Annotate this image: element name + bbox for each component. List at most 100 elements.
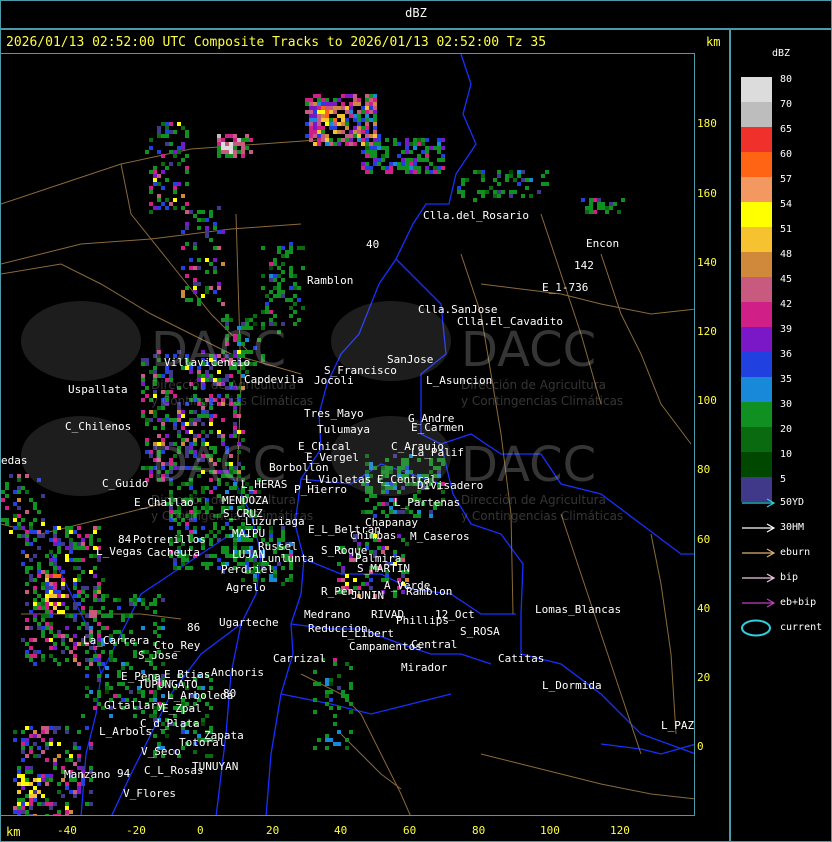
place-label: Anchoris [211,666,264,679]
echo-pixel [25,742,29,746]
place-label: Uspallata [68,383,128,396]
echo-pixel [193,266,197,270]
echo-pixel [601,206,605,210]
echo-pixel [317,126,321,130]
legend-swatch [741,277,772,302]
echo-pixel [317,114,321,118]
echo-pixel [57,574,61,578]
echo-pixel [209,286,213,290]
echo-pixel [53,642,57,646]
echo-pixel [85,658,89,662]
echo-pixel [5,494,9,498]
echo-pixel [329,738,333,742]
echo-pixel [441,154,445,158]
place-label: Lomas_Blancas [535,603,622,616]
echo-pixel [33,794,37,798]
echo-pixel [21,486,25,490]
place-label: L_HERAS [241,478,288,491]
echo-pixel [105,626,109,630]
echo-pixel [365,106,369,110]
echo-pixel [369,154,373,158]
echo-pixel [77,526,81,530]
echo-pixel [45,778,49,782]
echo-pixel [381,158,385,162]
echo-pixel [65,546,69,550]
radar-map[interactable]: DACC Dirección de Agricultura y Contingenc… [0,53,695,816]
echo-pixel [237,430,241,434]
echo-pixel [193,410,197,414]
echo-pixel [45,594,49,598]
echo-pixel [157,626,161,630]
echo-pixel [25,602,29,606]
echo-pixel [53,594,57,598]
echo-pixel [49,806,53,810]
echo-pixel [73,530,77,534]
echo-pixel [249,150,253,154]
echo-pixel [341,118,345,122]
echo-pixel [93,574,97,578]
echo-pixel [53,658,57,662]
echo-pixel [341,114,345,118]
echo-pixel [29,766,33,770]
place-label: Central [411,638,458,651]
echo-pixel [517,170,521,174]
echo-pixel [165,130,169,134]
place-label: MAIPU [232,527,266,540]
echo-pixel [149,170,153,174]
echo-pixel [181,142,185,146]
echo-pixel [281,270,285,274]
echo-pixel [161,422,165,426]
echo-pixel [197,258,201,262]
echo-pixel [185,222,189,226]
echo-pixel [389,170,393,174]
echo-pixel [277,282,281,286]
echo-pixel [589,202,593,206]
echo-pixel [213,222,217,226]
echo-pixel [325,678,329,682]
echo-pixel [401,158,405,162]
place-label: Clla.del_Rosario [423,209,529,222]
echo-pixel [613,202,617,206]
echo-pixel [181,414,185,418]
place-label: C_Guido [102,477,149,490]
echo-pixel [205,554,209,558]
echo-pixel [165,414,169,418]
echo-pixel [29,646,33,650]
echo-pixel [141,694,145,698]
echo-pixel [325,118,329,122]
echo-pixel [217,282,221,286]
echo-pixel [209,754,213,758]
echo-pixel [77,626,81,630]
echo-pixel [141,382,145,386]
echo-pixel [585,206,589,210]
echo-pixel [101,614,105,618]
echo-pixel [409,158,413,162]
echo-pixel [361,166,365,170]
echo-pixel [405,142,409,146]
echo-pixel [357,118,361,122]
echo-pixel [209,554,213,558]
echo-pixel [153,602,157,606]
echo-pixel [209,430,213,434]
echo-pixel [509,170,513,174]
echo-pixel [65,594,69,598]
echo-pixel [45,598,49,602]
echo-pixel [485,190,489,194]
echo-pixel [173,562,177,566]
echo-pixel [17,490,21,494]
echo-pixel [97,678,101,682]
echo-pixel [97,526,101,530]
echo-pixel [201,414,205,418]
echo-pixel [217,298,221,302]
place-label: Catitas [498,652,545,665]
echo-pixel [421,142,425,146]
echo-pixel [17,498,21,502]
echo-pixel [77,754,81,758]
echo-pixel [345,118,349,122]
place-label: C_L_Rosas [144,764,204,777]
echo-pixel [437,150,441,154]
echo-pixel [325,690,329,694]
place-label: Manzano [64,768,111,781]
legend-value: 51 [780,224,793,235]
echo-pixel [361,118,365,122]
